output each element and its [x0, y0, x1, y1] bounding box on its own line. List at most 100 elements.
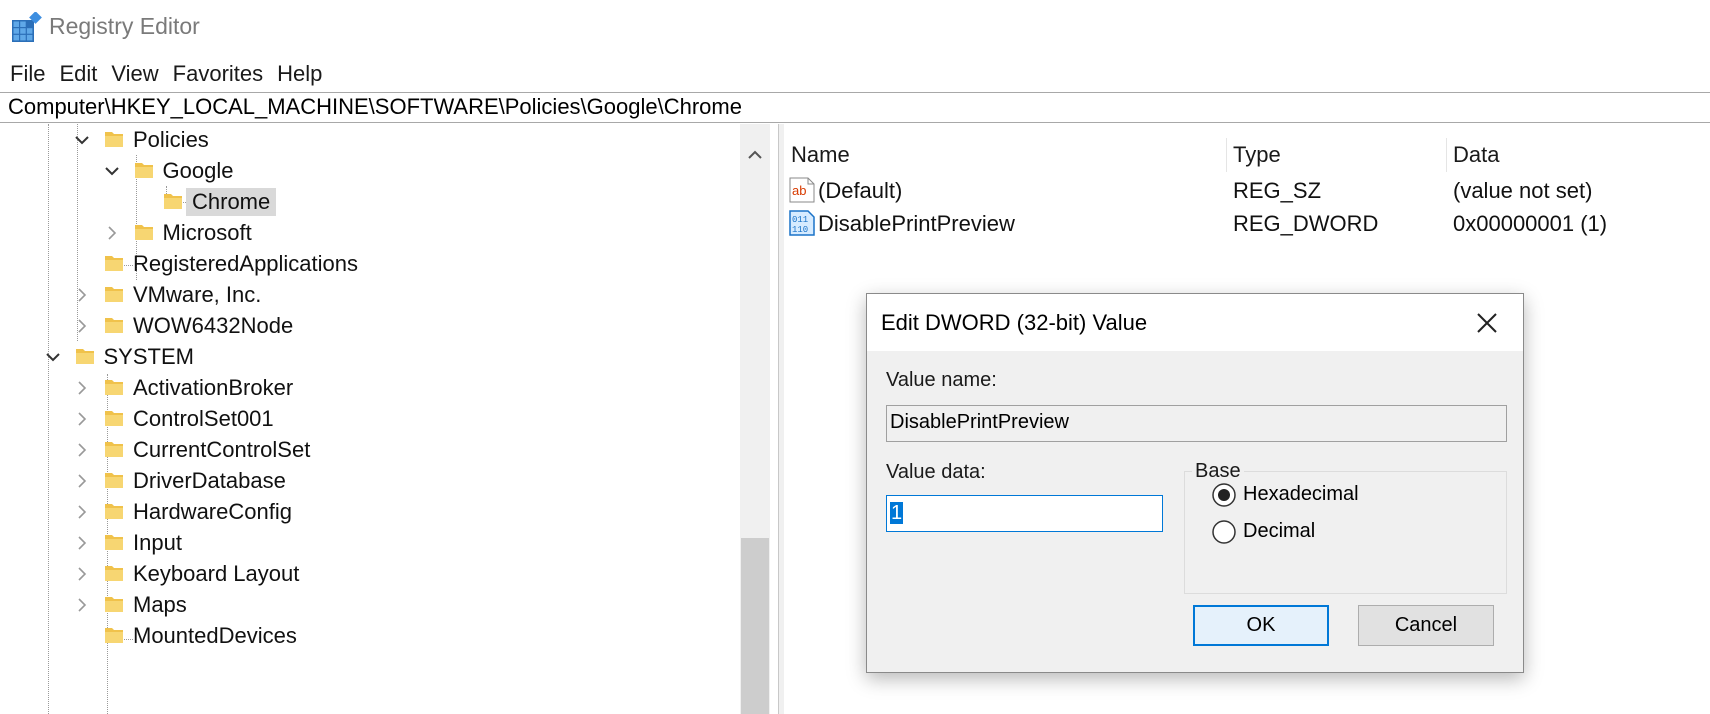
value-name-field[interactable]: DisablePrintPreview	[886, 405, 1507, 442]
binary-icon-text-bottom: 110	[792, 225, 808, 235]
string-value-icon: ab	[789, 177, 815, 203]
tree-node-maps[interactable]: Maps	[0, 589, 740, 620]
decimal-radio[interactable]	[1211, 519, 1237, 545]
value-name[interactable]: (Default)	[818, 178, 902, 204]
folder-icon	[105, 380, 123, 395]
tree-node-label[interactable]: Microsoft	[157, 219, 258, 247]
base-label: Base	[1192, 460, 1244, 483]
close-icon[interactable]	[1470, 306, 1504, 340]
menu-file[interactable]: File	[6, 57, 49, 91]
tree-node-system[interactable]: SYSTEM	[0, 341, 740, 372]
tree-node-activationbroker[interactable]: ActivationBroker	[0, 372, 740, 403]
tree-node-microsoft[interactable]: Microsoft	[0, 217, 740, 248]
tree-node-label[interactable]: VMware, Inc.	[127, 281, 267, 309]
binary-value-icon: 011 110	[789, 210, 815, 236]
scroll-up-icon[interactable]	[740, 140, 770, 170]
tree-node-currentcontrolset[interactable]: CurrentControlSet	[0, 434, 740, 465]
edit-dword-dialog: Edit DWORD (32-bit) Value Value name: Di…	[866, 293, 1524, 673]
value-data-label: Value data:	[886, 461, 986, 483]
chevron-right-icon[interactable]	[73, 410, 91, 428]
tree-node-label[interactable]: SYSTEM	[98, 343, 200, 371]
tree-node-label[interactable]: Maps	[127, 591, 193, 619]
value-type: REG_SZ	[1233, 178, 1322, 203]
chevron-down-icon[interactable]	[103, 162, 121, 180]
dialog-title-bar[interactable]: Edit DWORD (32-bit) Value	[867, 294, 1523, 351]
chevron-right-icon[interactable]	[73, 596, 91, 614]
hexadecimal-radio[interactable]	[1211, 482, 1237, 508]
folder-icon	[105, 597, 123, 612]
chevron-right-icon[interactable]	[73, 534, 91, 552]
folder-icon	[105, 287, 123, 302]
chevron-right-icon[interactable]	[73, 317, 91, 335]
tree-node-label[interactable]: Policies	[127, 126, 215, 154]
folder-icon	[105, 132, 123, 147]
tree-pane[interactable]: Policies Google Chrome Microsoft RegisteredA…	[0, 124, 778, 714]
tree-node-controlset001[interactable]: ControlSet001	[0, 403, 740, 434]
tree-node-label[interactable]: Keyboard Layout	[127, 560, 305, 588]
tree-node-label[interactable]: ControlSet001	[127, 405, 280, 433]
folder-icon	[164, 194, 182, 209]
list-row-disableprintpreview[interactable]: 011 110 DisablePrintPreview REG_DWORD 0x…	[784, 206, 1710, 240]
value-name[interactable]: DisablePrintPreview	[818, 211, 1015, 237]
tree-node-registeredapplications[interactable]: RegisteredApplications	[0, 248, 740, 279]
chevron-right-icon[interactable]	[73, 503, 91, 521]
tree-node-keyboard-layout[interactable]: Keyboard Layout	[0, 558, 740, 589]
folder-icon	[105, 628, 123, 643]
menu-help[interactable]: Help	[273, 57, 326, 91]
menu-view[interactable]: View	[107, 57, 162, 91]
column-separator[interactable]	[1446, 138, 1447, 172]
decimal-label[interactable]: Decimal	[1243, 520, 1315, 543]
tree-node-label[interactable]: ActivationBroker	[127, 374, 299, 402]
chevron-right-icon[interactable]	[73, 565, 91, 583]
chevron-right-icon[interactable]	[73, 379, 91, 397]
ok-button[interactable]: OK	[1193, 605, 1329, 646]
folder-icon	[134, 163, 153, 178]
column-header-type[interactable]: Type	[1233, 142, 1281, 168]
tree-node-label[interactable]: HardwareConfig	[127, 498, 298, 526]
tree-node-hardwareconfig[interactable]: HardwareConfig	[0, 496, 740, 527]
chevron-down-icon[interactable]	[44, 348, 62, 366]
registry-editor-icon	[12, 12, 42, 42]
menu-edit[interactable]: Edit	[55, 57, 101, 91]
chevron-down-icon[interactable]	[73, 131, 91, 149]
menu-favorites[interactable]: Favorites	[169, 57, 267, 91]
dialog-title: Edit DWORD (32-bit) Value	[881, 310, 1148, 335]
tree-node-driverdatabase[interactable]: DriverDatabase	[0, 465, 740, 496]
tree-node-label[interactable]: Google	[157, 157, 240, 185]
tree-node-policies[interactable]: Policies	[0, 124, 740, 155]
chevron-right-icon[interactable]	[73, 441, 91, 459]
folder-icon	[105, 535, 123, 550]
tree-node-mounteddevices[interactable]: MountedDevices	[0, 620, 740, 651]
tree-node-google[interactable]: Google	[0, 155, 740, 186]
column-header-data[interactable]: Data	[1453, 142, 1499, 168]
column-header-name[interactable]: Name	[791, 142, 850, 168]
tree-node-input[interactable]: Input	[0, 527, 740, 558]
chevron-right-icon[interactable]	[73, 472, 91, 490]
tree-node-label[interactable]: WOW6432Node	[127, 312, 299, 340]
folder-icon	[105, 473, 123, 488]
hexadecimal-label[interactable]: Hexadecimal	[1243, 483, 1359, 506]
address-path[interactable]: Computer\HKEY_LOCAL_MACHINE\SOFTWARE\Pol…	[8, 94, 742, 120]
tree-node-vmware-inc[interactable]: VMware, Inc.	[0, 279, 740, 310]
chevron-right-icon[interactable]	[103, 224, 121, 242]
tree-node-label[interactable]: RegisteredApplications	[127, 250, 364, 278]
list-row-default[interactable]: ab (Default) REG_SZ (value not set)	[784, 173, 1710, 207]
window-title: Registry Editor	[49, 13, 200, 39]
value-name-label: Value name:	[886, 369, 997, 391]
scroll-thumb[interactable]	[741, 538, 769, 714]
tree-node-label[interactable]: CurrentControlSet	[127, 436, 316, 464]
tree-node-label[interactable]: DriverDatabase	[127, 467, 292, 495]
tree-node-label[interactable]: Chrome	[186, 188, 277, 216]
tree-node-wow6432node[interactable]: WOW6432Node	[0, 310, 740, 341]
tree-node-label[interactable]: MountedDevices	[127, 622, 303, 650]
value-data-input[interactable]: 1	[886, 495, 1163, 532]
column-separator[interactable]	[1226, 138, 1227, 172]
cancel-button[interactable]: Cancel	[1358, 605, 1494, 646]
tree-node-chrome[interactable]: Chrome	[0, 186, 740, 217]
folder-icon	[105, 256, 123, 271]
address-bar[interactable]: Computer\HKEY_LOCAL_MACHINE\SOFTWARE\Pol…	[0, 92, 1710, 123]
folder-icon	[105, 318, 123, 333]
chevron-right-icon[interactable]	[73, 286, 91, 304]
tree-node-label[interactable]: Input	[127, 529, 188, 557]
folder-icon	[105, 504, 123, 519]
